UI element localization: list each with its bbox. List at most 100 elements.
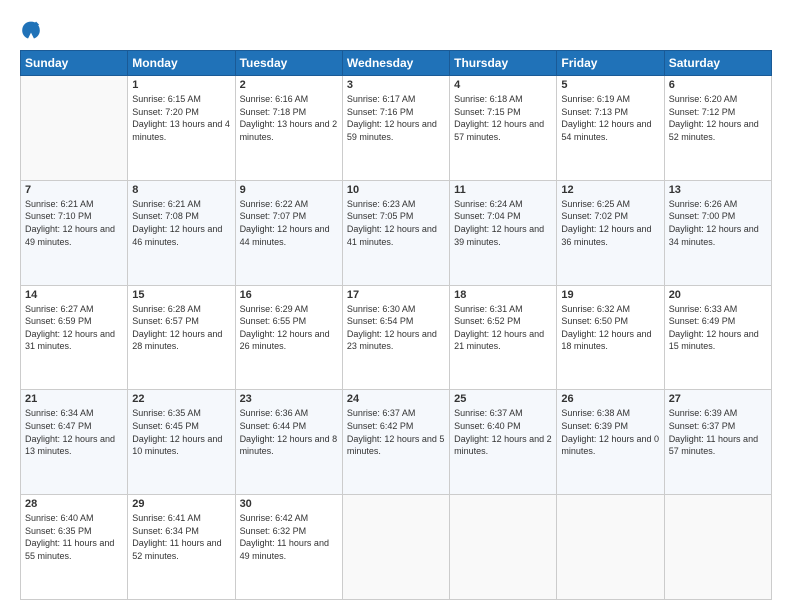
calendar-cell: 5 Sunrise: 6:19 AM Sunset: 7:13 PM Dayli… bbox=[557, 76, 664, 181]
calendar-cell bbox=[450, 495, 557, 600]
header bbox=[20, 18, 772, 40]
calendar-cell: 7 Sunrise: 6:21 AM Sunset: 7:10 PM Dayli… bbox=[21, 180, 128, 285]
calendar-cell: 3 Sunrise: 6:17 AM Sunset: 7:16 PM Dayli… bbox=[342, 76, 449, 181]
calendar-cell: 2 Sunrise: 6:16 AM Sunset: 7:18 PM Dayli… bbox=[235, 76, 342, 181]
day-info: Sunrise: 6:41 AM Sunset: 6:34 PM Dayligh… bbox=[132, 512, 230, 562]
calendar-cell: 26 Sunrise: 6:38 AM Sunset: 6:39 PM Dayl… bbox=[557, 390, 664, 495]
calendar-cell: 15 Sunrise: 6:28 AM Sunset: 6:57 PM Dayl… bbox=[128, 285, 235, 390]
day-number: 3 bbox=[347, 79, 445, 91]
day-info: Sunrise: 6:42 AM Sunset: 6:32 PM Dayligh… bbox=[240, 512, 338, 562]
calendar-cell: 16 Sunrise: 6:29 AM Sunset: 6:55 PM Dayl… bbox=[235, 285, 342, 390]
calendar-cell: 1 Sunrise: 6:15 AM Sunset: 7:20 PM Dayli… bbox=[128, 76, 235, 181]
header-saturday: Saturday bbox=[664, 51, 771, 76]
day-info: Sunrise: 6:32 AM Sunset: 6:50 PM Dayligh… bbox=[561, 303, 659, 353]
calendar-cell: 29 Sunrise: 6:41 AM Sunset: 6:34 PM Dayl… bbox=[128, 495, 235, 600]
calendar-cell: 18 Sunrise: 6:31 AM Sunset: 6:52 PM Dayl… bbox=[450, 285, 557, 390]
day-info: Sunrise: 6:28 AM Sunset: 6:57 PM Dayligh… bbox=[132, 303, 230, 353]
calendar-week-3: 14 Sunrise: 6:27 AM Sunset: 6:59 PM Dayl… bbox=[21, 285, 772, 390]
day-info: Sunrise: 6:37 AM Sunset: 6:42 PM Dayligh… bbox=[347, 407, 445, 457]
weekday-header-row: Sunday Monday Tuesday Wednesday Thursday… bbox=[21, 51, 772, 76]
calendar-cell: 8 Sunrise: 6:21 AM Sunset: 7:08 PM Dayli… bbox=[128, 180, 235, 285]
day-info: Sunrise: 6:19 AM Sunset: 7:13 PM Dayligh… bbox=[561, 93, 659, 143]
day-number: 10 bbox=[347, 184, 445, 196]
calendar-cell bbox=[664, 495, 771, 600]
day-info: Sunrise: 6:20 AM Sunset: 7:12 PM Dayligh… bbox=[669, 93, 767, 143]
calendar-week-1: 1 Sunrise: 6:15 AM Sunset: 7:20 PM Dayli… bbox=[21, 76, 772, 181]
calendar-cell: 11 Sunrise: 6:24 AM Sunset: 7:04 PM Dayl… bbox=[450, 180, 557, 285]
header-monday: Monday bbox=[128, 51, 235, 76]
day-info: Sunrise: 6:26 AM Sunset: 7:00 PM Dayligh… bbox=[669, 198, 767, 248]
day-number: 30 bbox=[240, 498, 338, 510]
calendar-cell: 14 Sunrise: 6:27 AM Sunset: 6:59 PM Dayl… bbox=[21, 285, 128, 390]
calendar-cell: 6 Sunrise: 6:20 AM Sunset: 7:12 PM Dayli… bbox=[664, 76, 771, 181]
calendar-cell: 13 Sunrise: 6:26 AM Sunset: 7:00 PM Dayl… bbox=[664, 180, 771, 285]
day-number: 26 bbox=[561, 393, 659, 405]
day-info: Sunrise: 6:30 AM Sunset: 6:54 PM Dayligh… bbox=[347, 303, 445, 353]
day-number: 19 bbox=[561, 289, 659, 301]
calendar-cell: 9 Sunrise: 6:22 AM Sunset: 7:07 PM Dayli… bbox=[235, 180, 342, 285]
header-friday: Friday bbox=[557, 51, 664, 76]
day-number: 6 bbox=[669, 79, 767, 91]
header-sunday: Sunday bbox=[21, 51, 128, 76]
calendar-cell: 24 Sunrise: 6:37 AM Sunset: 6:42 PM Dayl… bbox=[342, 390, 449, 495]
calendar-table: Sunday Monday Tuesday Wednesday Thursday… bbox=[20, 50, 772, 600]
day-info: Sunrise: 6:24 AM Sunset: 7:04 PM Dayligh… bbox=[454, 198, 552, 248]
day-number: 18 bbox=[454, 289, 552, 301]
calendar-cell bbox=[557, 495, 664, 600]
calendar-cell: 30 Sunrise: 6:42 AM Sunset: 6:32 PM Dayl… bbox=[235, 495, 342, 600]
day-info: Sunrise: 6:16 AM Sunset: 7:18 PM Dayligh… bbox=[240, 93, 338, 143]
day-info: Sunrise: 6:29 AM Sunset: 6:55 PM Dayligh… bbox=[240, 303, 338, 353]
day-info: Sunrise: 6:31 AM Sunset: 6:52 PM Dayligh… bbox=[454, 303, 552, 353]
day-number: 2 bbox=[240, 79, 338, 91]
calendar-cell: 27 Sunrise: 6:39 AM Sunset: 6:37 PM Dayl… bbox=[664, 390, 771, 495]
calendar-cell bbox=[21, 76, 128, 181]
day-number: 13 bbox=[669, 184, 767, 196]
calendar-cell: 4 Sunrise: 6:18 AM Sunset: 7:15 PM Dayli… bbox=[450, 76, 557, 181]
day-number: 12 bbox=[561, 184, 659, 196]
day-number: 23 bbox=[240, 393, 338, 405]
calendar-cell: 19 Sunrise: 6:32 AM Sunset: 6:50 PM Dayl… bbox=[557, 285, 664, 390]
header-wednesday: Wednesday bbox=[342, 51, 449, 76]
day-number: 27 bbox=[669, 393, 767, 405]
day-number: 21 bbox=[25, 393, 123, 405]
day-info: Sunrise: 6:35 AM Sunset: 6:45 PM Dayligh… bbox=[132, 407, 230, 457]
day-info: Sunrise: 6:17 AM Sunset: 7:16 PM Dayligh… bbox=[347, 93, 445, 143]
day-info: Sunrise: 6:37 AM Sunset: 6:40 PM Dayligh… bbox=[454, 407, 552, 457]
day-info: Sunrise: 6:15 AM Sunset: 7:20 PM Dayligh… bbox=[132, 93, 230, 143]
day-info: Sunrise: 6:21 AM Sunset: 7:10 PM Dayligh… bbox=[25, 198, 123, 248]
day-number: 29 bbox=[132, 498, 230, 510]
day-number: 1 bbox=[132, 79, 230, 91]
day-number: 5 bbox=[561, 79, 659, 91]
calendar-cell: 10 Sunrise: 6:23 AM Sunset: 7:05 PM Dayl… bbox=[342, 180, 449, 285]
day-number: 7 bbox=[25, 184, 123, 196]
day-number: 25 bbox=[454, 393, 552, 405]
day-number: 22 bbox=[132, 393, 230, 405]
calendar-cell: 22 Sunrise: 6:35 AM Sunset: 6:45 PM Dayl… bbox=[128, 390, 235, 495]
day-info: Sunrise: 6:39 AM Sunset: 6:37 PM Dayligh… bbox=[669, 407, 767, 457]
header-thursday: Thursday bbox=[450, 51, 557, 76]
calendar-cell: 25 Sunrise: 6:37 AM Sunset: 6:40 PM Dayl… bbox=[450, 390, 557, 495]
logo bbox=[20, 18, 46, 40]
day-number: 20 bbox=[669, 289, 767, 301]
day-info: Sunrise: 6:27 AM Sunset: 6:59 PM Dayligh… bbox=[25, 303, 123, 353]
day-info: Sunrise: 6:33 AM Sunset: 6:49 PM Dayligh… bbox=[669, 303, 767, 353]
calendar-cell: 23 Sunrise: 6:36 AM Sunset: 6:44 PM Dayl… bbox=[235, 390, 342, 495]
calendar-week-2: 7 Sunrise: 6:21 AM Sunset: 7:10 PM Dayli… bbox=[21, 180, 772, 285]
page: Sunday Monday Tuesday Wednesday Thursday… bbox=[0, 0, 792, 612]
day-number: 28 bbox=[25, 498, 123, 510]
day-number: 17 bbox=[347, 289, 445, 301]
calendar-week-5: 28 Sunrise: 6:40 AM Sunset: 6:35 PM Dayl… bbox=[21, 495, 772, 600]
day-info: Sunrise: 6:40 AM Sunset: 6:35 PM Dayligh… bbox=[25, 512, 123, 562]
day-number: 9 bbox=[240, 184, 338, 196]
day-info: Sunrise: 6:36 AM Sunset: 6:44 PM Dayligh… bbox=[240, 407, 338, 457]
calendar-cell: 17 Sunrise: 6:30 AM Sunset: 6:54 PM Dayl… bbox=[342, 285, 449, 390]
day-number: 8 bbox=[132, 184, 230, 196]
day-number: 16 bbox=[240, 289, 338, 301]
calendar-cell: 12 Sunrise: 6:25 AM Sunset: 7:02 PM Dayl… bbox=[557, 180, 664, 285]
logo-icon bbox=[20, 18, 42, 40]
day-info: Sunrise: 6:38 AM Sunset: 6:39 PM Dayligh… bbox=[561, 407, 659, 457]
calendar-cell: 28 Sunrise: 6:40 AM Sunset: 6:35 PM Dayl… bbox=[21, 495, 128, 600]
day-info: Sunrise: 6:22 AM Sunset: 7:07 PM Dayligh… bbox=[240, 198, 338, 248]
day-number: 4 bbox=[454, 79, 552, 91]
header-tuesday: Tuesday bbox=[235, 51, 342, 76]
